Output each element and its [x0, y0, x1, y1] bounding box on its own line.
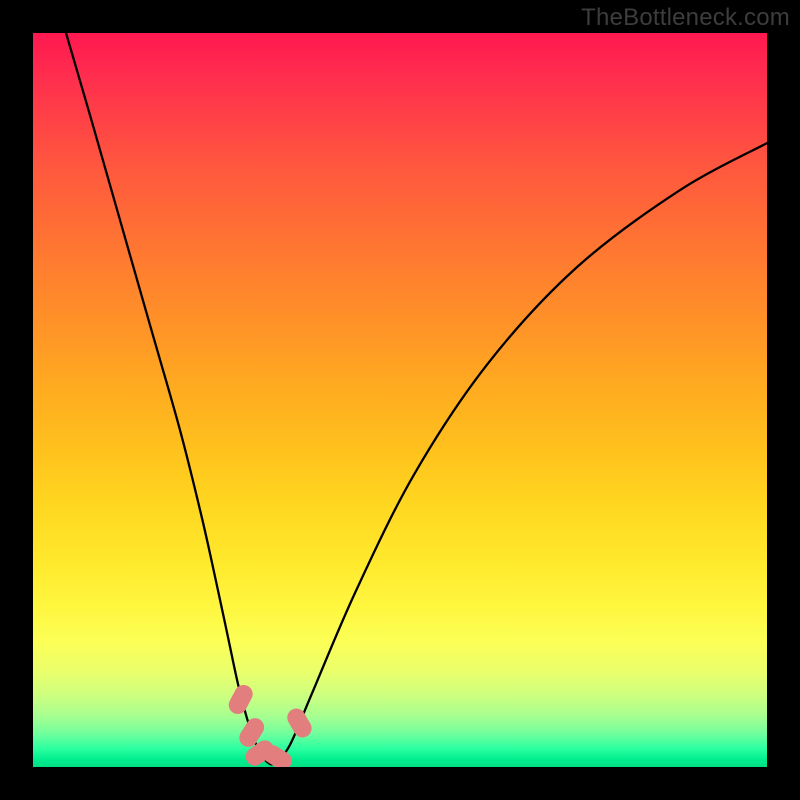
node-layer [226, 682, 315, 767]
curve-layer [33, 33, 767, 767]
curve-node [226, 682, 256, 718]
curve-node [284, 705, 315, 741]
bottleneck-curve [66, 33, 767, 764]
watermark-text: TheBottleneck.com [581, 4, 790, 32]
chart-frame: TheBottleneck.com [0, 0, 800, 800]
plot-area [33, 33, 767, 767]
